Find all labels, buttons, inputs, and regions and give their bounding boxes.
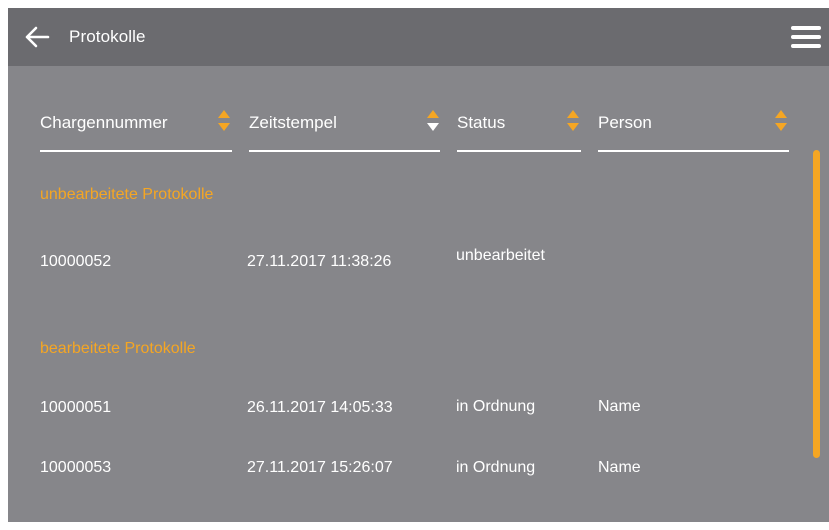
column-header-status[interactable]: Status	[457, 103, 581, 152]
sort-icon[interactable]	[775, 108, 789, 138]
section-title-processed: bearbeitete Protokolle	[40, 340, 196, 357]
column-label: Status	[457, 113, 506, 132]
column-label: Zeitstempel	[249, 113, 337, 132]
column-label: Chargennummer	[40, 113, 168, 132]
cell-batch: 10000052	[40, 253, 112, 270]
sort-icon[interactable]	[427, 108, 441, 138]
page-title: Protokolle	[69, 27, 146, 46]
top-bar: Protokolle	[8, 8, 829, 66]
arrow-left-icon	[25, 26, 50, 48]
section-title-unprocessed: unbearbeitete Protokolle	[40, 186, 214, 203]
cell-batch: 10000053	[40, 459, 112, 476]
cell-status: unbearbeitet	[456, 247, 545, 264]
cell-status: in Ordnung	[456, 398, 536, 415]
back-button[interactable]	[24, 25, 50, 49]
cell-status: in Ordnung	[456, 459, 536, 476]
cell-batch: 10000051	[40, 399, 112, 416]
column-label: Person	[598, 113, 652, 132]
column-header-timestamp[interactable]: Zeitstempel	[249, 103, 440, 152]
cell-person: Name	[598, 398, 641, 415]
column-header-person[interactable]: Person	[598, 103, 789, 152]
hamburger-menu-icon	[791, 26, 821, 30]
cell-timestamp: 27.11.2017 11:38:26	[247, 253, 392, 270]
menu-button[interactable]	[791, 24, 821, 50]
cell-timestamp: 27.11.2017 15:26:07	[247, 459, 393, 476]
sort-icon[interactable]	[218, 108, 232, 138]
column-header-batch[interactable]: Chargennummer	[40, 103, 232, 152]
cell-person: Name	[598, 459, 641, 476]
app-window: Protokolle Chargennummer Zeitstempel Sta…	[8, 8, 829, 522]
cell-timestamp: 26.11.2017 14:05:33	[247, 399, 393, 416]
sort-icon[interactable]	[567, 108, 581, 138]
scrollbar[interactable]	[813, 150, 820, 458]
